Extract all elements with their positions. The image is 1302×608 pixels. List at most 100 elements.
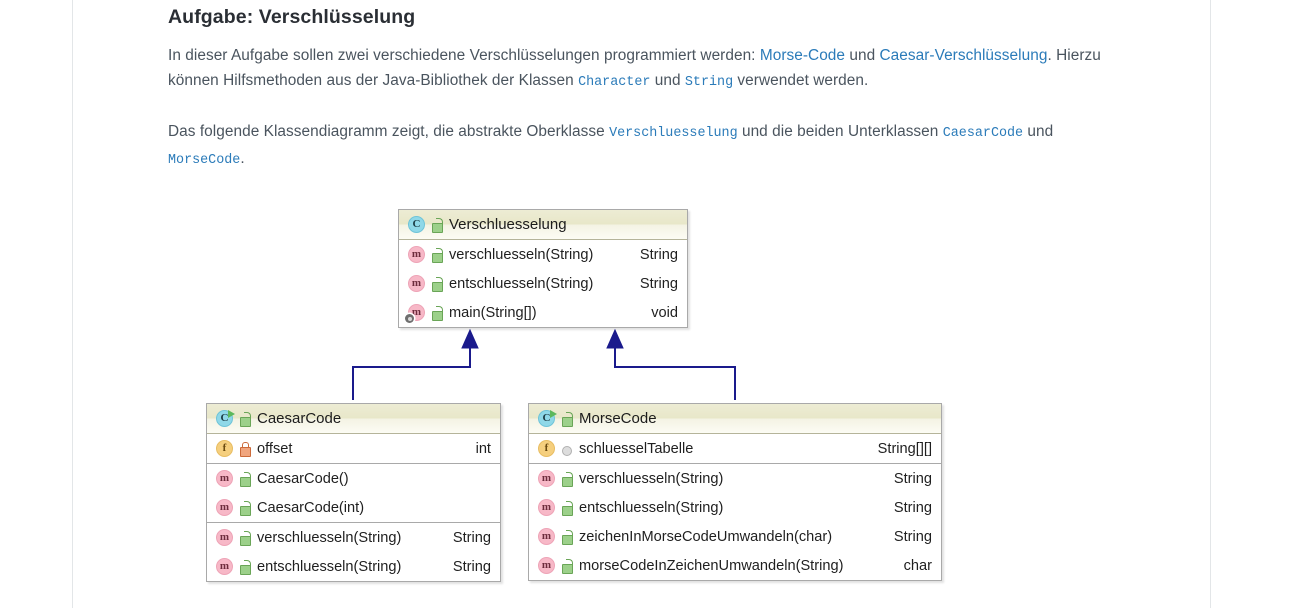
uml-class-name: CaesarCode [257, 410, 342, 427]
code-morsecode: MorseCode [168, 152, 241, 168]
uml-class-verschluesselung[interactable]: C Verschluesselung m verschluesseln(Stri… [398, 209, 688, 328]
uml-member-name: schluesselTabelle [579, 440, 694, 457]
uml-member-type: void [651, 304, 678, 321]
uml-member-name: main(String[]) [449, 304, 537, 321]
public-lock-icon [237, 471, 252, 487]
uml-class-header: C Verschluesselung [399, 210, 687, 240]
uml-member-row[interactable]: m morseCodeInZeichenUmwandeln(String) ch… [529, 551, 941, 580]
uml-class-name: Verschluesselung [449, 216, 567, 233]
run-triangle-icon [228, 410, 235, 418]
public-lock-icon [559, 471, 574, 487]
uml-member-type: String [452, 529, 491, 546]
uml-class-name: MorseCode [579, 410, 657, 427]
uml-class-morsecode[interactable]: C MorseCode f schluesselTabelle String[]… [528, 403, 942, 581]
uml-class-caesarcode[interactable]: C CaesarCode f offset int m CaesarCode() [206, 403, 501, 582]
uml-method-section: m verschluesseln(String) String m entsch… [529, 463, 941, 580]
intro-text-4: und [650, 71, 685, 89]
uml-member-row[interactable]: m entschluesseln(String) String [529, 493, 941, 522]
intro-text-5: verwendet werden. [733, 71, 869, 89]
class-icon: C [215, 409, 235, 428]
public-lock-icon [429, 305, 444, 321]
method-icon: m [537, 498, 556, 517]
uml-member-name: verschluesseln(String) [449, 246, 594, 263]
uml-member-name: zeichenInMorseCodeUmwandeln(char) [579, 528, 833, 545]
uml-member-name: verschluesseln(String) [579, 470, 724, 487]
public-lock-icon [559, 500, 574, 516]
field-icon: f [215, 439, 234, 458]
uml-member-name: morseCodeInZeichenUmwandeln(String) [579, 557, 844, 574]
uml-member-name: entschluesseln(String) [449, 275, 594, 292]
morse-code-link[interactable]: Morse-Code [760, 47, 845, 64]
uml-member-name: entschluesseln(String) [579, 499, 724, 516]
uml-member-row[interactable]: f schluesselTabelle String[][] [529, 434, 941, 463]
uml-member-type: String [639, 246, 678, 263]
package-dot-icon [559, 441, 574, 457]
uml-member-row[interactable]: m CaesarCode() [207, 464, 500, 493]
uml-member-row[interactable]: f offset int [207, 434, 500, 463]
page-title: Aufgabe: Verschlüsselung [168, 6, 416, 28]
public-lock-icon [559, 558, 574, 574]
caesar-verschluesselung-link[interactable]: Caesar-Verschlüsselung [880, 47, 1048, 64]
desc-text-4: . [240, 149, 245, 167]
uml-constructor-section: m CaesarCode() m CaesarCode(int) [207, 463, 500, 522]
public-lock-icon [237, 411, 252, 427]
intro-text-1: In dieser Aufgabe sollen zwei verschiede… [168, 47, 760, 64]
uml-member-row[interactable]: m entschluesseln(String) String [399, 269, 687, 298]
public-lock-icon [237, 530, 252, 546]
uml-member-section: m verschluesseln(String) String m entsch… [399, 240, 687, 327]
public-lock-icon [429, 217, 444, 233]
uml-member-row[interactable]: m verschluesseln(String) String [207, 523, 500, 552]
public-lock-icon [237, 500, 252, 516]
uml-member-row[interactable]: m zeichenInMorseCodeUmwandeln(char) Stri… [529, 522, 941, 551]
uml-member-type: char [903, 557, 932, 574]
article-content: Aufgabe: Verschlüsselung In dieser Aufga… [168, 0, 1128, 173]
public-lock-icon [237, 559, 252, 575]
public-lock-icon [559, 411, 574, 427]
uml-member-row[interactable]: m main(String[]) void [399, 298, 687, 327]
uml-field-section: f schluesselTabelle String[][] [529, 434, 941, 463]
code-character: Character [578, 74, 651, 90]
uml-class-header: C MorseCode [529, 404, 941, 434]
method-icon: m [215, 469, 234, 488]
uml-method-section: m verschluesseln(String) String m entsch… [207, 522, 500, 581]
inheritance-arrowhead-morse [606, 328, 624, 349]
desc-text-1: Das folgende Klassendiagramm zeigt, die … [168, 123, 610, 140]
static-gear-icon [405, 314, 414, 323]
field-icon: f [537, 439, 556, 458]
method-icon: m [407, 245, 426, 264]
uml-field-section: f offset int [207, 434, 500, 463]
uml-member-type: String [893, 499, 932, 516]
method-icon: m [407, 274, 426, 293]
method-icon: m [537, 469, 556, 488]
code-verschluesselung: Verschluesselung [609, 126, 738, 141]
uml-class-header: C CaesarCode [207, 404, 500, 434]
inheritance-edge-morse [614, 346, 736, 400]
intro-text-2: und [845, 47, 880, 64]
desc-text-2: und die beiden Unterklassen [737, 123, 943, 140]
method-icon: m [537, 556, 556, 575]
uml-member-name: CaesarCode() [257, 470, 349, 487]
code-caesarcode: CaesarCode [942, 126, 1024, 141]
uml-member-row[interactable]: m CaesarCode(int) [207, 493, 500, 522]
static-method-icon: m [405, 303, 426, 323]
private-lock-icon [237, 441, 252, 457]
uml-member-name: verschluesseln(String) [257, 529, 402, 546]
uml-member-row[interactable]: m verschluesseln(String) String [529, 464, 941, 493]
uml-member-name: entschluesseln(String) [257, 558, 402, 575]
uml-member-type: String[][] [877, 440, 932, 457]
uml-member-name: offset [257, 440, 293, 457]
uml-member-row[interactable]: m entschluesseln(String) String [207, 552, 500, 581]
uml-member-name: CaesarCode(int) [257, 499, 365, 516]
uml-member-type: String [452, 558, 491, 575]
page-root: Aufgabe: Verschlüsselung In dieser Aufga… [0, 0, 1302, 608]
diagram-description-paragraph: Das folgende Klassendiagramm zeigt, die … [168, 120, 1112, 173]
uml-member-type: String [893, 470, 932, 487]
uml-member-row[interactable]: m verschluesseln(String) String [399, 240, 687, 269]
method-icon: m [215, 528, 234, 547]
page-right-rule [1210, 0, 1211, 608]
method-icon: m [537, 527, 556, 546]
method-icon: m [215, 557, 234, 576]
uml-member-type: int [475, 440, 491, 457]
inheritance-edge-caesar [352, 346, 471, 400]
class-icon: C [407, 215, 426, 234]
